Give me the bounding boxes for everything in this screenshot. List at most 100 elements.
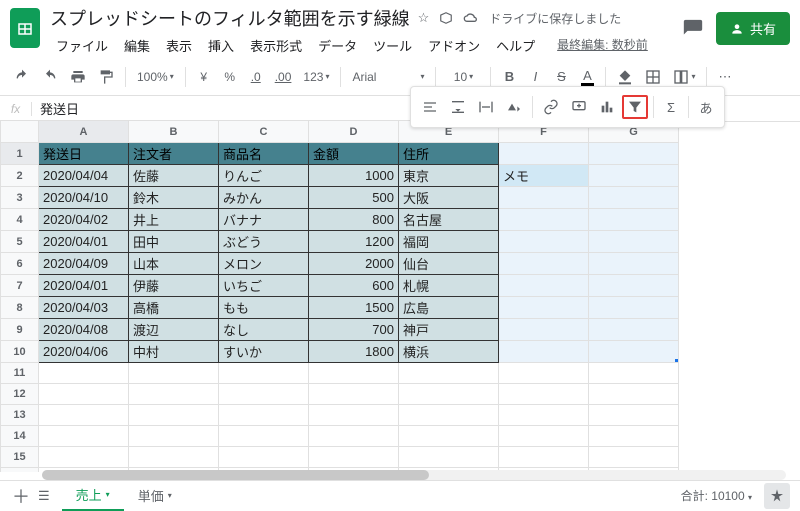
cell[interactable]	[309, 384, 399, 405]
row-header[interactable]: 8	[1, 297, 39, 319]
menu-item[interactable]: 編集	[118, 34, 156, 57]
chart-icon[interactable]	[594, 95, 620, 119]
cell[interactable]	[499, 319, 589, 341]
cell[interactable]	[589, 209, 679, 231]
cell[interactable]	[219, 363, 309, 384]
add-sheet-button[interactable]: ＋	[12, 483, 30, 509]
cell[interactable]: 名古屋	[399, 209, 499, 231]
comment-insert-icon[interactable]	[566, 95, 592, 119]
font-size-select[interactable]: 10	[443, 66, 483, 88]
cell[interactable]	[499, 209, 589, 231]
cell[interactable]	[589, 405, 679, 426]
cell[interactable]: バナナ	[219, 209, 309, 231]
more-button[interactable]: ⋯	[714, 65, 736, 89]
cell[interactable]: みかん	[219, 187, 309, 209]
undo-icon[interactable]	[10, 65, 34, 89]
cell[interactable]: 1200	[309, 231, 399, 253]
move-icon[interactable]	[439, 11, 453, 25]
cell[interactable]: りんご	[219, 165, 309, 187]
cell[interactable]: 2020/04/04	[39, 165, 129, 187]
h-scrollbar[interactable]	[42, 470, 786, 480]
sheets-logo[interactable]	[10, 8, 40, 48]
cell[interactable]	[589, 319, 679, 341]
menu-item[interactable]: 表示形式	[244, 34, 308, 57]
cell[interactable]: 800	[309, 209, 399, 231]
cell[interactable]: 大阪	[399, 187, 499, 209]
v-align-button[interactable]	[445, 95, 471, 119]
cell[interactable]: 札幌	[399, 275, 499, 297]
doc-title[interactable]: スプレッドシートのフィルタ範囲を示す緑線	[50, 5, 410, 31]
cell[interactable]: 1000	[309, 165, 399, 187]
row-header[interactable]: 14	[1, 426, 39, 447]
currency-button[interactable]: ¥	[193, 66, 215, 88]
cell[interactable]	[309, 405, 399, 426]
cell[interactable]: 仙台	[399, 253, 499, 275]
menu-item[interactable]: ヘルプ	[490, 34, 541, 57]
cell[interactable]	[39, 426, 129, 447]
cell[interactable]	[589, 384, 679, 405]
cell[interactable]: すいか	[219, 341, 309, 363]
row-header[interactable]: 1	[1, 143, 39, 165]
row-header[interactable]: 7	[1, 275, 39, 297]
paint-format-icon[interactable]	[94, 65, 118, 89]
cell[interactable]	[499, 363, 589, 384]
sum-display[interactable]: 合計: 10100 ▾	[681, 487, 752, 504]
merge-cells-button[interactable]	[669, 65, 699, 89]
cell[interactable]	[499, 187, 589, 209]
cell[interactable]	[399, 426, 499, 447]
bold-button[interactable]: B	[498, 65, 520, 88]
cell[interactable]	[129, 426, 219, 447]
cell[interactable]: 横浜	[399, 341, 499, 363]
cell[interactable]: 2020/04/01	[39, 231, 129, 253]
cell[interactable]: 中村	[129, 341, 219, 363]
row-header[interactable]: 15	[1, 447, 39, 468]
input-locale-button[interactable]: あ	[694, 94, 718, 121]
cell[interactable]: 渡辺	[129, 319, 219, 341]
row-header[interactable]: 10	[1, 341, 39, 363]
share-button[interactable]: 共有	[716, 12, 790, 45]
cell[interactable]	[499, 341, 589, 363]
cell[interactable]	[39, 405, 129, 426]
cell[interactable]	[219, 384, 309, 405]
cell[interactable]	[499, 384, 589, 405]
cell[interactable]: 田中	[129, 231, 219, 253]
cell[interactable]: 福岡	[399, 231, 499, 253]
cell[interactable]: なし	[219, 319, 309, 341]
zoom-select[interactable]: 100%	[133, 66, 178, 88]
cell[interactable]: 2020/04/03	[39, 297, 129, 319]
borders-button[interactable]	[641, 65, 665, 89]
row-header[interactable]: 5	[1, 231, 39, 253]
cell[interactable]	[39, 447, 129, 468]
cell[interactable]: 商品名	[219, 143, 309, 165]
format-123-button[interactable]: 123	[299, 66, 333, 88]
menu-item[interactable]: ファイル	[50, 34, 114, 57]
row-header[interactable]: 11	[1, 363, 39, 384]
cell[interactable]: 佐藤	[129, 165, 219, 187]
cell[interactable]	[309, 426, 399, 447]
cell[interactable]: 高橋	[129, 297, 219, 319]
percent-button[interactable]: %	[219, 66, 241, 88]
cell[interactable]: もも	[219, 297, 309, 319]
cell[interactable]: メモ	[499, 165, 589, 187]
cell[interactable]	[309, 363, 399, 384]
cell[interactable]	[39, 363, 129, 384]
redo-icon[interactable]	[38, 65, 62, 89]
cell[interactable]: 500	[309, 187, 399, 209]
column-header[interactable]: C	[219, 121, 309, 143]
strikethrough-button[interactable]: S	[550, 65, 572, 88]
row-header[interactable]: 9	[1, 319, 39, 341]
cell[interactable]	[399, 384, 499, 405]
cell[interactable]	[399, 405, 499, 426]
cell[interactable]: いちご	[219, 275, 309, 297]
cell[interactable]: 2020/04/10	[39, 187, 129, 209]
cell[interactable]: ぶどう	[219, 231, 309, 253]
explore-button[interactable]	[764, 483, 790, 509]
cell[interactable]	[589, 187, 679, 209]
cell[interactable]	[589, 143, 679, 165]
row-header[interactable]: 12	[1, 384, 39, 405]
cell[interactable]: 700	[309, 319, 399, 341]
menu-item[interactable]: ツール	[367, 34, 418, 57]
cell[interactable]: 住所	[399, 143, 499, 165]
cell[interactable]: 伊藤	[129, 275, 219, 297]
menu-item[interactable]: 表示	[160, 34, 198, 57]
